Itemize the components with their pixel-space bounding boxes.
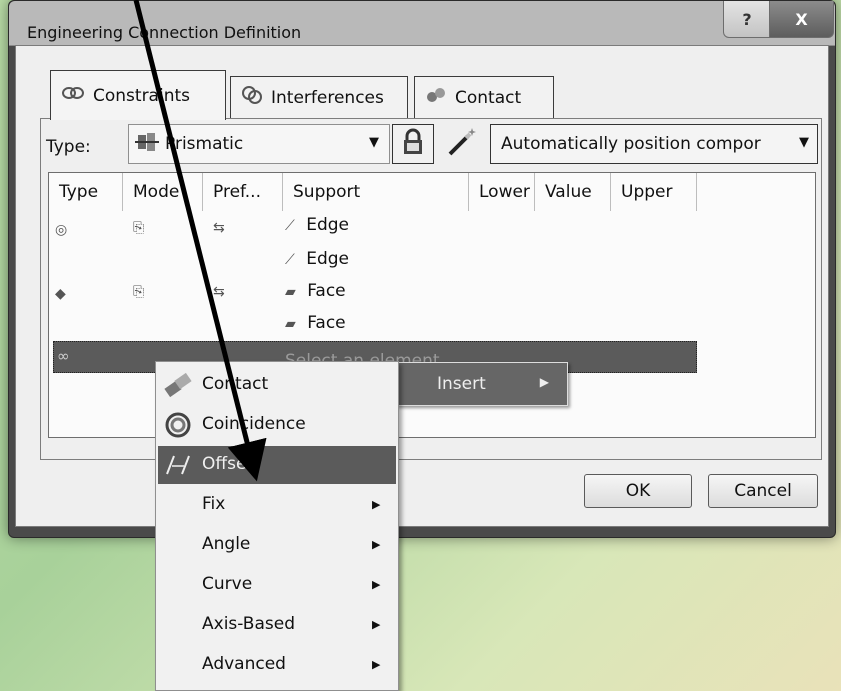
auto-wand-button[interactable]: [438, 124, 486, 164]
menu-item-label: Axis-Based: [202, 614, 295, 634]
contact-icon: [425, 85, 447, 110]
menu-item-coincidence[interactable]: Coincidence: [158, 406, 396, 444]
submenu-arrow-icon: ▶: [372, 538, 381, 551]
auto-position-dropdown[interactable]: Automatically position compor ▼: [490, 124, 818, 164]
tab-constraints[interactable]: Constraints: [50, 70, 226, 120]
edge-icon: ⟋: [285, 252, 295, 268]
offset-icon: [162, 450, 194, 480]
type-dropdown[interactable]: Prismatic ▼: [128, 124, 390, 164]
face-icon: ▰: [285, 316, 296, 332]
ok-button[interactable]: OK: [584, 474, 692, 508]
prismatic-icon: [135, 131, 159, 158]
column-header-lower[interactable]: Lower: [469, 173, 535, 211]
constraints-icon: ∞: [57, 347, 70, 365]
magic-wand-icon: [446, 126, 478, 163]
menu-item-angle[interactable]: Angle ▶: [158, 526, 396, 564]
tab-interferences-label: Interferences: [271, 87, 384, 108]
title-bar[interactable]: Engineering Connection Definition ? X: [9, 1, 835, 46]
type-dropdown-value: Prismatic: [165, 134, 244, 154]
lock-button[interactable]: [392, 124, 434, 164]
pref-icon: ⇆: [213, 284, 225, 300]
help-button[interactable]: ?: [723, 1, 771, 38]
insert-context-menu: Contact Coincidence Offset Fix ▶ Angle ▶…: [155, 361, 399, 691]
menu-item-curve[interactable]: Curve ▶: [158, 566, 396, 604]
menu-item-label: Fix: [202, 494, 226, 514]
submenu-arrow-icon: ▶: [372, 498, 381, 511]
menu-item-offset[interactable]: Offset: [158, 446, 396, 484]
chevron-down-icon: ▼: [799, 135, 809, 150]
menu-item-contact[interactable]: Contact: [158, 366, 396, 404]
table-row[interactable]: ◎: [55, 219, 67, 239]
submenu-arrow-icon: ▶: [372, 578, 381, 591]
menu-item-label: Offset: [202, 454, 254, 474]
menu-item-fix[interactable]: Fix ▶: [158, 486, 396, 524]
tab-interferences[interactable]: Interferences: [230, 76, 408, 118]
support-value: Edge: [306, 215, 350, 235]
support-value: Edge: [306, 249, 350, 269]
submenu-arrow-icon: ▶: [539, 375, 549, 389]
mode-icon: ⎘: [133, 220, 145, 236]
contact-icon: ◆: [55, 286, 66, 302]
column-header-upper[interactable]: Upper: [611, 173, 697, 211]
contact-icon: [162, 370, 194, 400]
menu-item-axis-based[interactable]: Axis-Based ▶: [158, 606, 396, 644]
mode-icon: ⎘: [133, 284, 145, 300]
column-header-pref[interactable]: Pref...: [203, 173, 283, 211]
menu-item-label: Curve: [202, 574, 253, 594]
insert-menu-item[interactable]: Insert ▶: [396, 362, 568, 406]
coincidence-icon: [162, 410, 194, 440]
coincidence-icon: ◎: [55, 222, 68, 238]
submenu-arrow-icon: ▶: [372, 658, 381, 671]
auto-position-value: Automatically position compor: [501, 134, 761, 154]
column-header-mode[interactable]: Mode: [123, 173, 203, 211]
window-title: Engineering Connection Definition: [27, 23, 302, 42]
menu-item-label: Advanced: [202, 654, 286, 674]
menu-item-label: Coincidence: [202, 414, 306, 434]
column-header-support[interactable]: Support: [283, 173, 469, 211]
cancel-button[interactable]: Cancel: [708, 474, 818, 508]
tab-contact-label: Contact: [455, 87, 522, 108]
lock-icon: [400, 128, 426, 161]
table-row[interactable]: ◆: [55, 283, 66, 303]
support-value: Face: [307, 313, 346, 333]
column-header-type[interactable]: Type: [49, 173, 123, 211]
close-button[interactable]: X: [769, 1, 834, 38]
menu-item-advanced[interactable]: Advanced ▶: [158, 646, 396, 684]
edge-icon: ⟋: [285, 218, 295, 234]
type-label: Type:: [46, 137, 91, 157]
menu-item-label: Angle: [202, 534, 251, 554]
face-icon: ▰: [285, 284, 296, 300]
tab-contact[interactable]: Contact: [414, 76, 554, 118]
menu-item-label: Contact: [202, 374, 269, 394]
insert-label: Insert: [437, 374, 486, 394]
submenu-arrow-icon: ▶: [372, 618, 381, 631]
pref-icon: ⇆: [213, 220, 225, 236]
support-value: Face: [307, 281, 346, 301]
interferences-icon: [241, 85, 263, 110]
constraints-icon: [61, 84, 85, 107]
column-header-value[interactable]: Value: [535, 173, 611, 211]
tab-constraints-label: Constraints: [93, 85, 190, 106]
chevron-down-icon: ▼: [369, 135, 379, 150]
